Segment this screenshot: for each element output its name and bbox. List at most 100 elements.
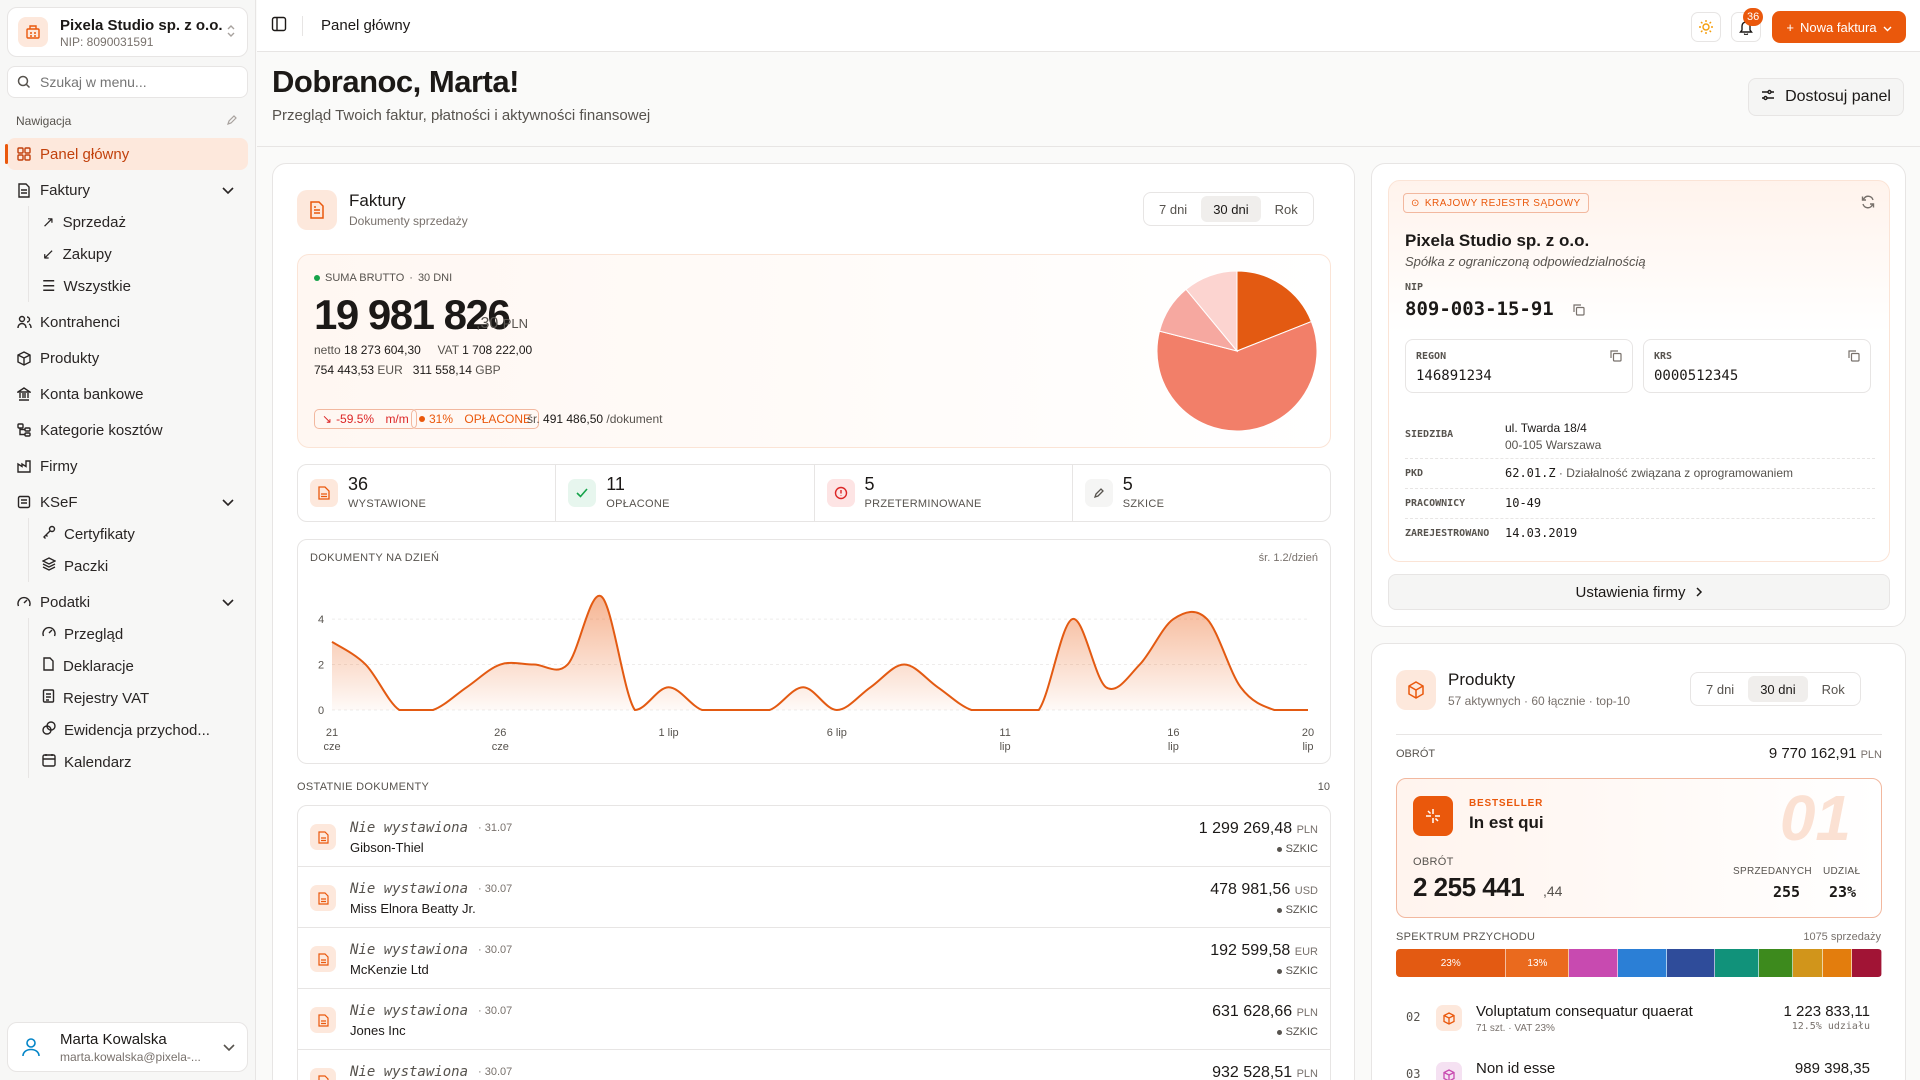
product-name: Voluptatum consequatur quaerat [1476,1003,1693,1020]
sidebar-item-vat-registers[interactable]: Rejestry VAT [42,683,149,713]
company-settings-button[interactable]: Ustawienia firmy [1388,574,1890,610]
sidebar-item-ksef[interactable]: KSeF [16,486,242,518]
amount-currency: USD [1294,885,1318,897]
data-point[interactable] [1100,681,1112,693]
data-point[interactable] [326,636,338,648]
product-row[interactable]: 02 Voluptatum consequatur quaerat 71 szt… [1396,996,1882,1051]
organization-switcher[interactable]: Pixela Studio sp. z o.o. NIP: 8090031591 [7,7,248,57]
data-point[interactable] [864,681,876,693]
gauge-icon [16,594,32,610]
spectrum-segment[interactable] [1617,949,1667,977]
spectrum-segment[interactable] [1758,949,1794,977]
sidebar-item-income-records[interactable]: Ewidencja przychod... [42,715,210,745]
data-point[interactable] [528,659,540,671]
sidebar-item-overview[interactable]: Przegląd [42,619,123,649]
nip-label: NIP [1405,282,1424,293]
data-point[interactable] [1066,613,1078,625]
data-point[interactable] [461,681,473,693]
spectrum-segment[interactable]: 13% [1506,949,1570,977]
sidebar-item-products[interactable]: Produkty [16,342,242,374]
stat-drafts[interactable]: 5 SZKICE [1073,465,1330,521]
data-point[interactable] [932,681,944,693]
range-30-days[interactable]: 30 dni [1748,676,1808,702]
sidebar-item-all[interactable]: ☰ Wszystkie [42,271,131,301]
data-point[interactable] [1235,681,1247,693]
data-point[interactable] [898,659,910,671]
sidebar-item-sales[interactable]: ↗ Sprzedaż [42,207,126,237]
copy-icon[interactable] [1610,349,1622,365]
product-row[interactable]: 03 Non id esse 989 398,35 [1396,1053,1882,1080]
range-30-days[interactable]: 30 dni [1201,196,1261,222]
data-point[interactable] [797,681,809,693]
data-point[interactable] [663,681,675,693]
new-invoice-button[interactable]: + Nowa faktura [1772,11,1906,43]
data-point[interactable] [1033,704,1045,716]
sidebar-item-companies[interactable]: Firmy [16,450,242,482]
data-point[interactable] [831,704,843,716]
sidebar-item-certificates[interactable]: Certyfikaty [42,519,135,549]
spectrum-segment[interactable] [1666,949,1716,977]
data-point[interactable] [764,704,776,716]
spectrum-segment[interactable] [1793,949,1823,977]
document-amount: 1 299 269,48 PLN [1199,820,1318,838]
data-point[interactable] [360,659,372,671]
range-7-days[interactable]: 7 dni [1694,676,1746,702]
stat-issued[interactable]: 36 WYSTAWIONE [298,465,557,521]
copy-icon[interactable] [1573,303,1585,319]
theme-toggle-sun-icon[interactable] [1691,12,1721,42]
data-point[interactable] [730,704,742,716]
document-row[interactable]: Nie wystawiona · 30.07 932 528,51 PLN [298,1050,1330,1080]
spectrum-segment[interactable]: 23% [1396,949,1507,977]
range-year[interactable]: Rok [1263,196,1310,222]
data-point[interactable] [595,590,607,602]
stat-overdue[interactable]: 5 PRZETERMINOWANE [815,465,1073,521]
document-row[interactable]: Nie wystawiona · 30.07 McKenzie Ltd 192 599… [298,928,1330,989]
data-point[interactable] [696,704,708,716]
data-point[interactable] [1201,613,1213,625]
sidebar-item-taxes[interactable]: Podatki [16,586,242,618]
sidebar-toggle-icon[interactable] [271,16,287,35]
sidebar-item-calendar[interactable]: Kalendarz [42,747,132,777]
user-menu[interactable]: Marta Kowalska marta.kowalska@pixela-... [7,1022,248,1072]
bestseller-panel[interactable]: 01 BESTSELLER In est qui OBRÓT 2 255 441… [1396,778,1882,918]
data-point[interactable] [427,704,439,716]
copy-icon[interactable] [1848,349,1860,365]
spectrum-segment[interactable] [1569,949,1618,977]
data-point[interactable] [1134,659,1146,671]
document-row[interactable]: Nie wystawiona · 30.07 Jones Inc 631 628,66… [298,989,1330,1050]
document-row[interactable]: Nie wystawiona · 30.07 Miss Elnora Beatty … [298,867,1330,928]
customize-dashboard-button[interactable]: Dostosuj panel [1748,78,1904,116]
document-row[interactable]: Nie wystawiona · 31.07 Gibson-Thiel 1 299 2… [298,806,1330,867]
data-point[interactable] [393,704,405,716]
sidebar-item-invoices[interactable]: Faktury [16,174,242,206]
data-point[interactable] [494,659,506,671]
spectrum-segment[interactable] [1852,949,1882,977]
sidebar-item-cost-categories[interactable]: Kategorie kosztów [16,414,242,446]
data-point[interactable] [562,659,574,671]
revenue-spectrum-count: 1075 sprzedaży [1803,931,1881,943]
document-date: · 30.07 [478,944,513,956]
data-point[interactable] [965,704,977,716]
refresh-icon[interactable] [1861,195,1875,212]
sidebar-item-dashboard[interactable]: Panel główny [5,138,248,170]
sidebar-item-declarations[interactable]: Deklaracje [42,651,134,681]
sidebar-item-purchases[interactable]: ↙ Zakupy [42,239,112,269]
range-year[interactable]: Rok [1810,676,1857,702]
data-point[interactable] [629,704,641,716]
search-input[interactable] [40,72,240,92]
pencil-icon [1084,479,1113,507]
data-point[interactable] [1302,704,1314,716]
data-point[interactable] [999,704,1011,716]
net-vat-line: netto 18 273 604,30 VAT 1 708 222,00 [314,343,532,357]
stat-paid[interactable]: 11 OPŁACONE [556,465,815,521]
spectrum-segment[interactable] [1715,949,1759,977]
sidebar-item-bank-accounts[interactable]: Konta bankowe [16,378,242,410]
pencil-icon[interactable] [226,113,238,129]
sidebar-item-packages[interactable]: Paczki [41,551,108,581]
range-7-days[interactable]: 7 dni [1147,196,1199,222]
data-point[interactable] [1268,704,1280,716]
sidebar-item-contractors[interactable]: Kontrahenci [16,306,242,338]
spectrum-segment[interactable] [1822,949,1853,977]
data-point[interactable] [1167,613,1179,625]
user-icon [20,1036,44,1060]
